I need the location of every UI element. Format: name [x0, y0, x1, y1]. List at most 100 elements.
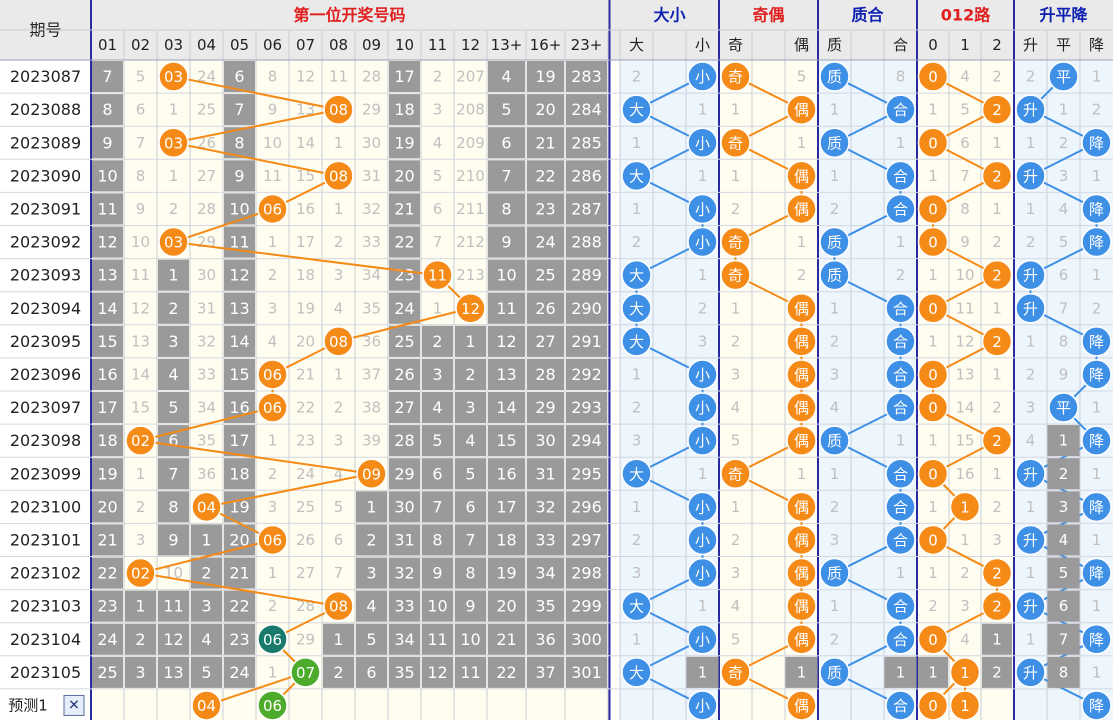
- group-title: 奇偶: [752, 6, 784, 25]
- miss-value: 298: [571, 564, 602, 583]
- miss-value: 6: [136, 101, 146, 119]
- miss-value: 11: [97, 199, 117, 218]
- miss-value: 1: [334, 134, 344, 152]
- miss-value: 3: [830, 531, 840, 549]
- miss-value: 290: [571, 299, 602, 318]
- miss-value: 1: [797, 233, 807, 251]
- miss-value: 19: [296, 299, 315, 317]
- miss-value: 2: [632, 68, 642, 86]
- miss-value: 5: [1059, 233, 1069, 251]
- miss-value: 13: [131, 332, 150, 350]
- miss-value: 38: [362, 399, 381, 417]
- pattern-ball-label: 偶: [794, 300, 809, 318]
- miss-value: 10: [496, 266, 516, 285]
- pattern-ball-label: 合: [893, 333, 908, 351]
- miss-value: 17: [496, 497, 516, 516]
- miss-value: 2: [334, 233, 344, 251]
- miss-value: 1: [1026, 630, 1036, 648]
- road-ball-label: 2: [992, 333, 1002, 351]
- miss-value: 2: [896, 266, 906, 284]
- road-ball-label: 0: [928, 134, 938, 152]
- miss-value: 17: [97, 398, 117, 417]
- number-ball-label: 08: [329, 333, 348, 351]
- miss-value: 1: [928, 167, 938, 185]
- miss-value: 2: [268, 266, 278, 284]
- column-header: 合: [893, 36, 908, 54]
- miss-value: 207: [456, 68, 485, 86]
- miss-value: 301: [571, 663, 602, 682]
- miss-value: 1: [698, 465, 708, 483]
- pattern-ball-label: 奇: [728, 234, 743, 252]
- period-cell: 2023103: [10, 597, 81, 616]
- miss-value: 1: [1092, 465, 1102, 483]
- miss-value: 11: [496, 299, 516, 318]
- miss-value: 15: [97, 332, 117, 351]
- miss-value: 209: [456, 134, 485, 152]
- miss-value: 1: [830, 101, 840, 119]
- miss-value: 35: [394, 663, 414, 682]
- miss-value: 212: [456, 233, 485, 251]
- miss-value: 3: [334, 432, 344, 450]
- miss-value: 22: [496, 663, 516, 682]
- miss-value: 6: [1059, 597, 1069, 615]
- group-title: 第一位开奖号码: [293, 6, 405, 25]
- miss-value: 6: [960, 134, 970, 152]
- road-ball-label: 2: [992, 598, 1002, 616]
- column-header: 01: [98, 36, 117, 54]
- miss-value: 297: [571, 530, 602, 549]
- miss-value: 208: [456, 101, 485, 119]
- miss-value: 2: [960, 564, 970, 582]
- miss-value: 35: [197, 432, 216, 450]
- miss-value: 19: [97, 464, 117, 483]
- miss-value: 1: [830, 299, 840, 317]
- pattern-ball-label: 质: [827, 432, 842, 450]
- miss-value: 11: [955, 299, 974, 317]
- column-header: 03: [164, 36, 183, 54]
- miss-value: 24: [97, 630, 117, 649]
- number-ball-label: 06: [263, 531, 282, 549]
- miss-value: 2: [992, 399, 1002, 417]
- miss-value: 16: [97, 365, 117, 384]
- miss-value: 1: [928, 498, 938, 516]
- miss-value: 5: [136, 68, 146, 86]
- miss-value: 13: [496, 365, 516, 384]
- miss-value: 7: [465, 530, 475, 549]
- miss-value: 1: [1092, 597, 1102, 615]
- road-ball-label: 0: [928, 68, 938, 86]
- miss-value: 1: [169, 101, 179, 119]
- miss-value: 289: [571, 266, 602, 285]
- miss-value: 2: [169, 200, 179, 218]
- miss-value: 9: [102, 133, 112, 152]
- close-icon: ✕: [68, 697, 80, 713]
- miss-value: 28: [394, 431, 414, 450]
- miss-value: 8: [465, 564, 475, 583]
- miss-value: 19: [535, 67, 555, 86]
- predict-ball-label: 合: [893, 697, 908, 715]
- column-header: 13+: [491, 36, 523, 54]
- miss-value: 13: [955, 365, 974, 383]
- miss-value: 4: [731, 597, 741, 615]
- miss-value: 16: [496, 464, 516, 483]
- miss-value: 1: [830, 167, 840, 185]
- miss-value: 2: [1059, 465, 1069, 483]
- miss-value: 1: [1026, 498, 1036, 516]
- number-ball-label: 11: [428, 267, 447, 285]
- miss-value: 22: [394, 233, 414, 252]
- period-cell: 2023089: [10, 133, 81, 152]
- pattern-ball-label: 偶: [794, 399, 809, 417]
- trend-ball-label: 升: [1023, 598, 1038, 616]
- column-header: 12: [461, 36, 480, 54]
- miss-value: 12: [229, 266, 249, 285]
- road-ball-label: 1: [960, 664, 970, 682]
- period-cell: 2023094: [10, 299, 81, 318]
- miss-value: 3: [731, 365, 741, 383]
- period-cell: 2023092: [10, 233, 81, 252]
- miss-value: 288: [571, 233, 602, 252]
- miss-value: 1: [896, 564, 906, 582]
- miss-value: 7: [168, 464, 178, 483]
- miss-value: 1: [698, 167, 708, 185]
- pattern-ball-label: 偶: [794, 598, 809, 616]
- miss-value: 3: [830, 365, 840, 383]
- miss-value: 1: [632, 630, 642, 648]
- miss-value: 296: [571, 497, 602, 516]
